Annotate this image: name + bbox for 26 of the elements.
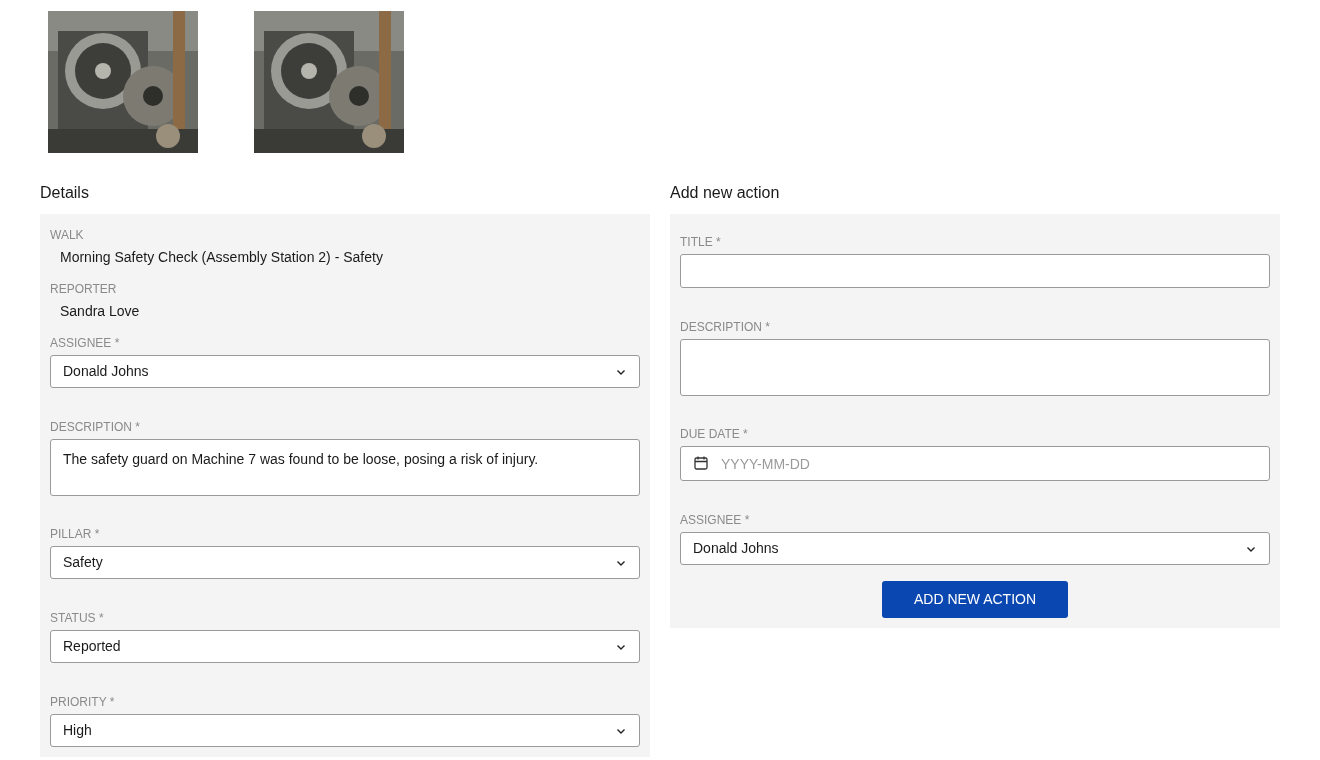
field-label: DUE DATE * [680, 426, 749, 442]
field-label: DESCRIPTION * [50, 419, 141, 435]
section-heading: Add new action [670, 183, 781, 203]
select-field[interactable]: Safety [50, 546, 640, 579]
field-label: TITLE * [680, 234, 722, 250]
field-label: ASSIGNEE * [50, 335, 121, 351]
field-label: STATUS * [50, 610, 105, 626]
select-field[interactable]: High [50, 714, 640, 747]
field-label: REPORTER [50, 281, 118, 297]
calendar-icon [694, 456, 708, 470]
date-field[interactable]: YYYY-MM-DD [680, 446, 1270, 481]
section-heading: Details [40, 183, 90, 203]
select-field[interactable]: Reported [50, 630, 640, 663]
select-field[interactable]: Donald Johns [680, 532, 1270, 565]
field-label: PRIORITY * [50, 694, 116, 710]
field-label: DESCRIPTION * [680, 319, 771, 335]
field-label: PILLAR * [50, 526, 101, 542]
textarea-field[interactable] [680, 339, 1270, 396]
select-field[interactable]: Donald Johns [50, 355, 640, 388]
add-action-button[interactable]: ADD NEW ACTION [882, 581, 1068, 618]
input-field[interactable] [680, 254, 1270, 288]
field-value: Sandra Love [59, 302, 141, 321]
field-label: ASSIGNEE * [680, 512, 751, 528]
textarea-field[interactable]: The safety guard on Machine 7 was found to be loose, posing a risk of injury. [50, 439, 640, 496]
field-label: WALK [50, 227, 85, 243]
field-value: Morning Safety Check (Assembly Station 2) - Safety [59, 248, 384, 267]
